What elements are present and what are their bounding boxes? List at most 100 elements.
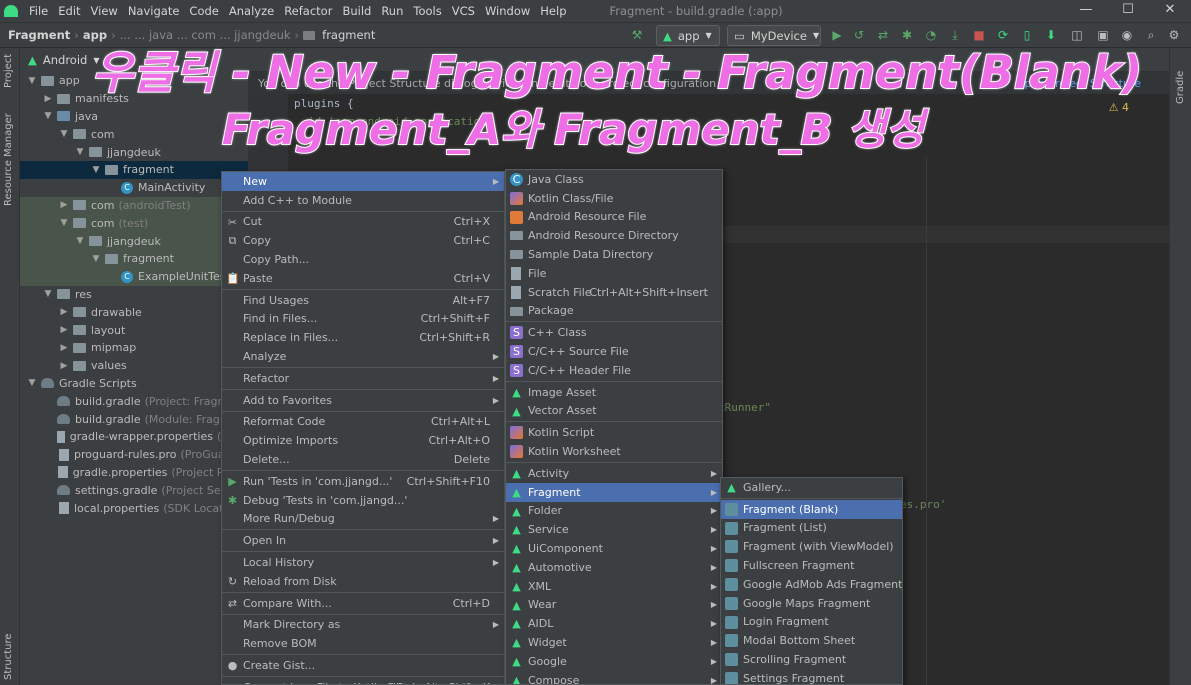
tree-item[interactable]: local.properties (SDK Location) <box>20 499 248 517</box>
menu-item-more-run-debug[interactable]: More Run/Debug ▶ <box>222 510 504 529</box>
menu-item-refactor[interactable]: Refactor ▶ <box>222 369 504 388</box>
tree-item[interactable]: ▼ res <box>20 286 248 304</box>
menu-item-login-fragment[interactable]: Login Fragment <box>721 613 902 632</box>
menu-item-fragment-with-viewmodel[interactable]: Fragment (with ViewModel) <box>721 537 902 556</box>
structure-tool-tab[interactable]: Structure <box>3 633 14 680</box>
menu-item-copy-path[interactable]: Copy Path... <box>222 250 504 269</box>
tree-item[interactable]: ▼ com <box>20 125 248 143</box>
menu-item-optimize-imports[interactable]: Optimize Imports Ctrl+Alt+O <box>222 431 504 450</box>
tree-item[interactable]: ▶ com (androidTest) <box>20 196 248 215</box>
menu-item-run-tests-in-com-jjangd[interactable]: ▶ Run 'Tests in 'com.jjangd...' Ctrl+Shift… <box>222 472 504 491</box>
menu-item-automotive[interactable]: ▲ Automotive ▶ <box>506 558 722 577</box>
menu-view[interactable]: View <box>86 4 123 18</box>
menu-item-google-maps-fragment[interactable]: Google Maps Fragment <box>721 594 902 613</box>
menu-vcs[interactable]: VCS <box>447 4 480 18</box>
menu-item-wear[interactable]: ▲ Wear ▶ <box>506 596 722 615</box>
search-icon[interactable]: ⌕ <box>1144 28 1158 42</box>
expand-arrow-icon[interactable]: ▼ <box>90 254 102 264</box>
expand-arrow-icon[interactable]: ▼ <box>90 165 102 175</box>
expand-arrow-icon[interactable]: ▼ <box>58 218 70 228</box>
menu-window[interactable]: Window <box>480 4 535 18</box>
settings-icon[interactable]: ⚙ <box>1167 28 1181 42</box>
code-runner[interactable]: cRunner" <box>718 401 771 414</box>
menu-item-image-asset[interactable]: ▲ Image Asset <box>506 383 722 402</box>
expand-arrow-icon[interactable]: ▼ <box>26 76 38 86</box>
menu-item-folder[interactable]: ▲ Folder ▶ <box>506 502 722 521</box>
warning-indicator[interactable]: ⚠ 4 <box>1109 101 1129 114</box>
menu-item-find-in-files[interactable]: Find in Files... Ctrl+Shift+F <box>222 310 504 329</box>
tree-item[interactable]: build.gradle (Module: Fragmen <box>20 410 248 428</box>
menu-help[interactable]: Help <box>535 4 571 18</box>
menu-item-add-to-favorites[interactable]: Add to Favorites ▶ <box>222 391 504 410</box>
resource-manager-tool-tab[interactable]: Resource Manager <box>3 113 14 206</box>
menu-item-kotlin-class-file[interactable]: Kotlin Class/File <box>506 189 722 208</box>
menu-item-c-c-header-file[interactable]: S C/C++ Header File <box>506 361 722 380</box>
expand-arrow-icon[interactable]: ▼ <box>26 378 38 388</box>
menu-item-package[interactable]: Package <box>506 302 722 321</box>
expand-arrow-icon[interactable]: ▼ <box>74 236 86 246</box>
menu-item-google-admob-ads-fragment[interactable]: Google AdMob Ads Fragment <box>721 575 902 594</box>
tree-item[interactable]: settings.gradle (Project Setting <box>20 481 248 499</box>
menu-item-scratch-file[interactable]: Scratch File Ctrl+Alt+Shift+Insert <box>506 283 722 302</box>
menu-edit[interactable]: Edit <box>53 4 85 18</box>
tree-item[interactable]: gradle.properties (Project Prope <box>20 464 248 482</box>
menu-item-fullscreen-fragment[interactable]: Fullscreen Fragment <box>721 556 902 575</box>
menu-item-copy[interactable]: ⧉ Copy Ctrl+C <box>222 231 504 250</box>
menu-item-activity[interactable]: ▲ Activity ▶ <box>506 464 722 483</box>
menu-run[interactable]: Run <box>376 4 408 18</box>
code-pro[interactable]: es.pro' <box>900 498 946 511</box>
tree-item[interactable]: ▼ fragment <box>20 160 248 179</box>
expand-arrow-icon[interactable]: ▶ <box>58 307 70 317</box>
expand-arrow-icon[interactable]: ▼ <box>42 289 54 299</box>
tree-item[interactable]: C MainActivity <box>20 179 248 197</box>
tree-item[interactable]: ▶ mipmap <box>20 339 248 357</box>
menu-item-find-usages[interactable]: Find Usages Alt+F7 <box>222 291 504 310</box>
menu-item-widget[interactable]: ▲ Widget ▶ <box>506 633 722 652</box>
project-view-select[interactable]: Android <box>43 53 87 67</box>
menu-item-kotlin-script[interactable]: Kotlin Script <box>506 423 722 442</box>
menu-item-settings-fragment[interactable]: Settings Fragment <box>721 669 902 684</box>
tree-item[interactable]: gradle-wrapper.properties(Grad <box>20 428 248 446</box>
menu-item-xml[interactable]: ▲ XML ▶ <box>506 577 722 596</box>
menu-item-vector-asset[interactable]: ▲ Vector Asset <box>506 402 722 421</box>
menu-item-c-class[interactable]: S C++ Class <box>506 323 722 342</box>
menu-item-open-in[interactable]: Open In ▶ <box>222 531 504 550</box>
crumb-project[interactable]: Fragment <box>8 28 70 42</box>
menu-item-mark-directory-as[interactable]: Mark Directory as ▶ <box>222 616 504 635</box>
menu-item-convert-java-file-to-kotlin-file[interactable]: Convert Java File to Kotlin FileCtrl+Alt… <box>222 678 504 684</box>
expand-arrow-icon[interactable]: ▼ <box>42 111 54 121</box>
gradle-tool-tab[interactable]: Gradle <box>1175 71 1186 104</box>
menu-item-debug-tests-in-com-jjangd[interactable]: ✱ Debug 'Tests in 'com.jjangd...' <box>222 491 504 510</box>
minimize-button[interactable]: — <box>1065 0 1107 22</box>
project-tool-tab[interactable]: Project <box>3 54 14 88</box>
menu-item-local-history[interactable]: Local History ▶ <box>222 553 504 572</box>
menu-item-reload-from-disk[interactable]: ↻ Reload from Disk <box>222 572 504 591</box>
menu-item-file[interactable]: File <box>506 264 722 283</box>
tree-item[interactable]: proguard-rules.pro (ProGuard R <box>20 446 248 464</box>
expand-arrow-icon[interactable]: ▶ <box>58 325 70 335</box>
tree-item[interactable]: ▼ Gradle Scripts <box>20 375 248 393</box>
menu-refactor[interactable]: Refactor <box>279 4 337 18</box>
maximize-button[interactable]: ☐ <box>1107 0 1149 22</box>
menu-item-cut[interactable]: ✂ Cut Ctrl+X <box>222 213 504 232</box>
menu-item-compare-with[interactable]: ⇄ Compare With... Ctrl+D <box>222 594 504 613</box>
menu-item-fragment-blank[interactable]: Fragment (Blank) <box>721 499 902 519</box>
menu-build[interactable]: Build <box>337 4 376 18</box>
menu-item-delete[interactable]: Delete... Delete <box>222 450 504 469</box>
menu-item-remove-bom[interactable]: Remove BOM <box>222 634 504 653</box>
tree-item[interactable]: ▼ java <box>20 108 248 126</box>
tree-item[interactable]: ▶ layout <box>20 321 248 339</box>
tree-item[interactable]: ▼ fragment <box>20 249 248 268</box>
menu-item-android-resource-file[interactable]: Android Resource File <box>506 208 722 227</box>
menu-navigate[interactable]: Navigate <box>123 4 185 18</box>
menu-item-google[interactable]: ▲ Google ▶ <box>506 652 722 671</box>
menu-item-modal-bottom-sheet[interactable]: Modal Bottom Sheet <box>721 631 902 650</box>
menu-item-compose[interactable]: ▲ Compose ▶ <box>506 671 722 684</box>
expand-arrow-icon[interactable]: ▶ <box>58 200 70 210</box>
tree-item[interactable]: ▼ com (test) <box>20 214 248 233</box>
menu-item-scrolling-fragment[interactable]: Scrolling Fragment <box>721 650 902 669</box>
tree-item[interactable]: ▼ jjangdeuk <box>20 143 248 161</box>
expand-arrow-icon[interactable]: ▼ <box>74 147 86 157</box>
menu-item-analyze[interactable]: Analyze ▶ <box>222 347 504 366</box>
menu-item-sample-data-directory[interactable]: Sample Data Directory <box>506 245 722 264</box>
